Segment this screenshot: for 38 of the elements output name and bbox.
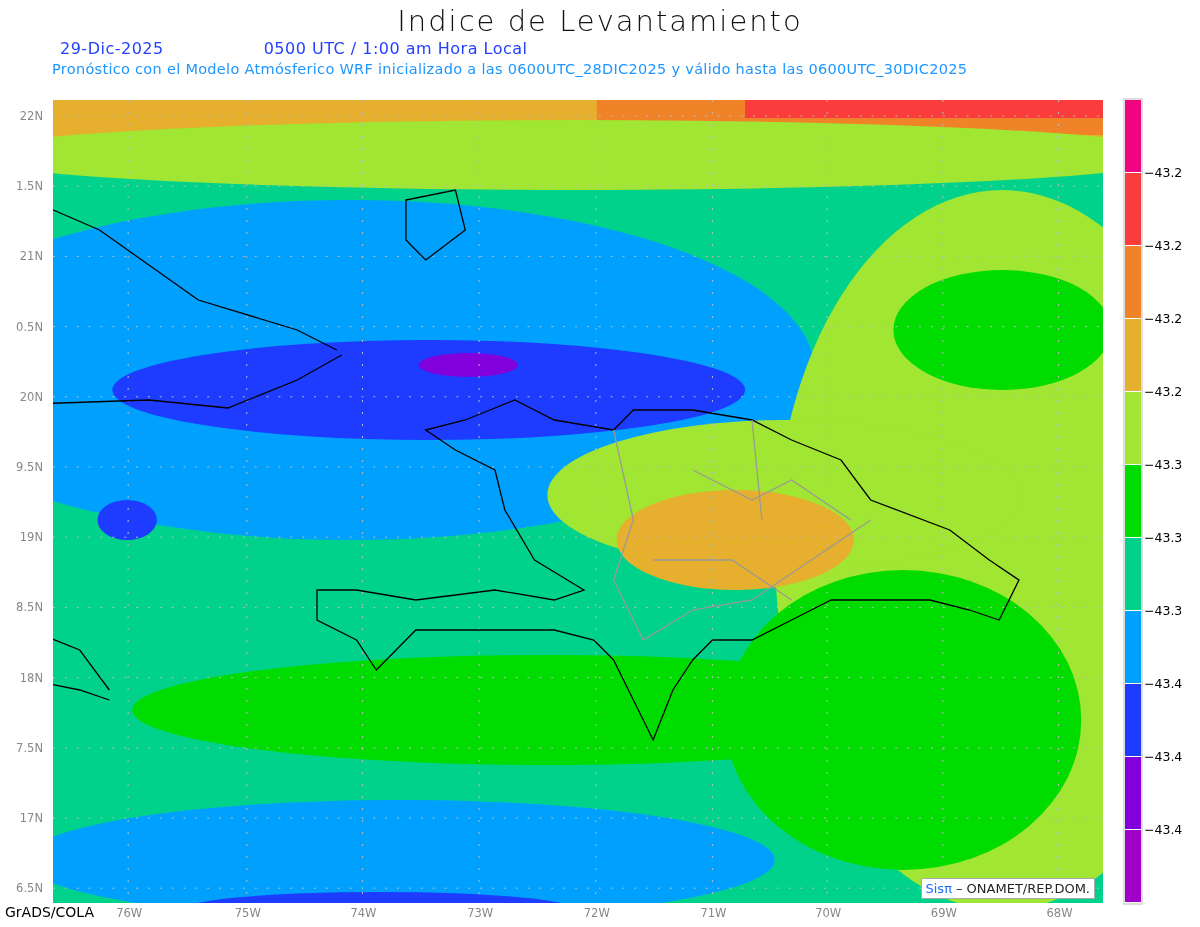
latitude-label: 20N: [19, 389, 43, 404]
longitude-label: 70W: [815, 906, 842, 920]
longitude-label: 75W: [234, 906, 261, 920]
scale-value-label: −43.4: [1144, 749, 1183, 765]
scale-value-label: −43.3: [1144, 530, 1183, 546]
scale-value-label: −43.4: [1144, 676, 1183, 692]
latitude-label: 6.5N: [16, 881, 43, 896]
longitude-label: 72W: [583, 906, 610, 920]
scale-value-label: −43.3: [1144, 603, 1183, 619]
scale-value-label: −43.2: [1144, 311, 1183, 327]
latitude-label: 22N: [19, 109, 43, 123]
longitude-label: 73W: [467, 906, 494, 920]
logo-symbol: Sisπ: [925, 879, 952, 898]
latitude-label: 0.5N: [16, 319, 43, 334]
scale-value-label: −43.4: [1144, 822, 1183, 838]
longitude-label: 74W: [350, 906, 377, 920]
forecast-subtitle: Pronóstico con el Modelo Atmósferico WRF inicializado a las 0600UTC_28DIC2025 y válido hasta las 0600UTC_30DIC2025: [51, 60, 969, 79]
scale-value-label: −43.2: [1144, 165, 1183, 181]
scale-value-label: −43.2: [1144, 238, 1183, 254]
longitude-label: 76W: [116, 906, 143, 920]
latitude-label: 1.5N: [16, 179, 43, 194]
chart-title: Indice de Levantamiento: [396, 3, 804, 40]
latitude-label: 7.5N: [16, 740, 43, 755]
latitude-label: 8.5N: [16, 600, 43, 615]
logo-text: – ONAMET/REP.DOM.: [955, 879, 1090, 898]
latitude-label: 18N: [19, 670, 43, 685]
scale-value-label: −43.2: [1144, 384, 1183, 400]
time-label: 0500 UTC / 1:00 am Hora Local: [263, 40, 528, 58]
longitude-label: 68W: [1046, 906, 1073, 920]
scale-value-label: −43.3: [1144, 457, 1183, 473]
latitude-label: 19N: [19, 530, 43, 545]
latitude-label: 17N: [19, 811, 43, 825]
longitude-label: 71W: [700, 906, 727, 920]
longitude-label: 69W: [930, 906, 957, 920]
latitude-label: 21N: [19, 249, 43, 264]
date-label: 29-Dic-2025: [60, 40, 164, 58]
credit-label: GrADS/COLA: [5, 905, 95, 919]
latitude-label: 9.5N: [16, 460, 43, 474]
